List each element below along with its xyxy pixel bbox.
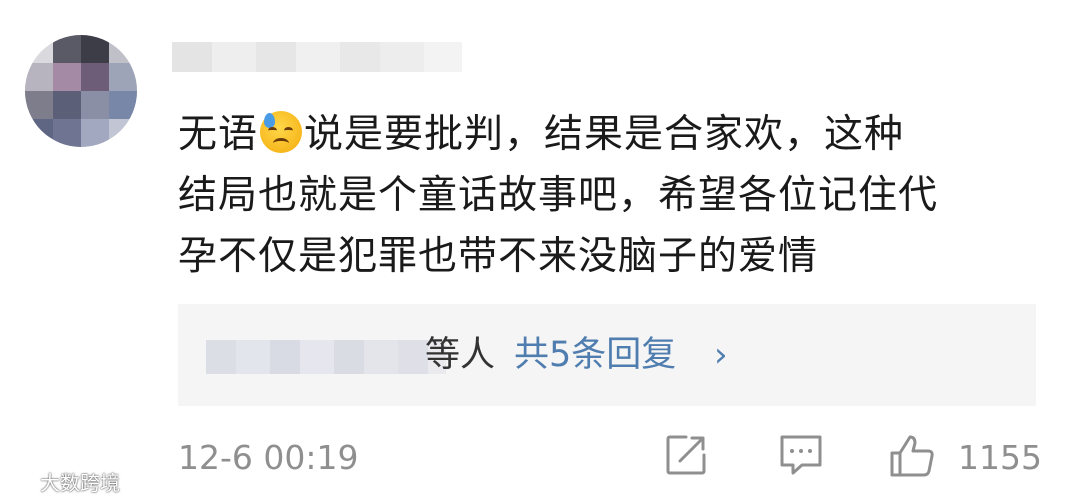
blur-block	[334, 340, 364, 374]
emoji-eye	[268, 127, 278, 134]
sweat-drop	[264, 113, 276, 128]
watermark-logo-icon	[7, 473, 35, 489]
watermark-text: 大数跨境	[40, 470, 120, 495]
comment-line: 结局也就是个童话故事吧，希望各位记住代	[178, 173, 939, 218]
blur-block	[380, 42, 424, 72]
comment-text: 无语 说是要批判，结果是合家欢，这种 结局也就是个童话故事吧，希望各位记住代 孕不…	[178, 104, 1038, 287]
like-count: 1155	[958, 438, 1042, 477]
avatar-pixel	[53, 63, 81, 91]
share-button[interactable]	[664, 433, 708, 481]
avatar-pixel	[25, 119, 53, 147]
comment-card: 无语 说是要批判，结果是合家欢，这种 结局也就是个童话故事吧，希望各位记住代 孕不…	[0, 0, 1070, 501]
blur-block	[424, 42, 462, 72]
comment-line: 无语 说是要批判，结果是合家欢，这种	[178, 104, 1038, 165]
comment-text-segment: 说是要批判，结果是合家欢，这种	[304, 112, 905, 157]
avatar[interactable]	[25, 35, 137, 147]
reply-usernames-blurred	[206, 336, 446, 376]
emoji-mouth	[273, 138, 290, 149]
avatar-pixel	[25, 63, 53, 91]
thumbs-up-icon	[890, 435, 934, 477]
comment-line: 孕不仅是犯罪也带不来没脑子的爱情	[178, 234, 819, 279]
avatar-pixel	[81, 35, 109, 63]
watermark: 大数跨境	[6, 466, 120, 496]
avatar-pixel	[81, 91, 109, 119]
avatar-pixel	[109, 119, 137, 147]
sweat-sad-face-icon	[260, 111, 303, 153]
avatar-pixel	[109, 35, 137, 63]
blur-block	[398, 340, 428, 374]
blur-block	[300, 340, 334, 374]
reply-suffix: 等人	[425, 335, 496, 375]
avatar-pixel	[81, 63, 109, 91]
avatar-pixel	[25, 35, 53, 63]
blur-block	[296, 42, 340, 72]
avatar-pixel	[53, 91, 81, 119]
chevron-right-icon[interactable]: ›	[714, 332, 728, 378]
blur-block	[340, 42, 380, 72]
emoji-eye	[284, 127, 294, 134]
avatar-pixel	[109, 91, 137, 119]
comment-icon	[780, 435, 822, 475]
replies-preview[interactable]: 等人 共5条回复 ›	[178, 304, 1036, 406]
avatar-pixel	[81, 119, 109, 147]
share-icon	[666, 435, 706, 475]
avatar-pixel	[109, 63, 137, 91]
blur-block	[172, 42, 212, 72]
avatar-pixel	[53, 35, 81, 63]
comment-button[interactable]	[778, 433, 824, 481]
view-replies-link[interactable]: 共5条回复	[514, 332, 676, 378]
avatar-pixel	[53, 119, 81, 147]
username-blurred[interactable]	[172, 36, 462, 76]
blur-block	[236, 340, 270, 374]
comment-timestamp: 12-6 00:19	[178, 438, 359, 477]
comment-text-segment: 无语	[178, 112, 259, 157]
blur-block	[212, 42, 256, 72]
blur-block	[270, 340, 300, 374]
blur-block	[364, 340, 398, 374]
blur-block	[206, 340, 236, 374]
avatar-pixel	[25, 91, 53, 119]
like-button[interactable]	[888, 433, 936, 481]
blur-block	[256, 42, 296, 72]
